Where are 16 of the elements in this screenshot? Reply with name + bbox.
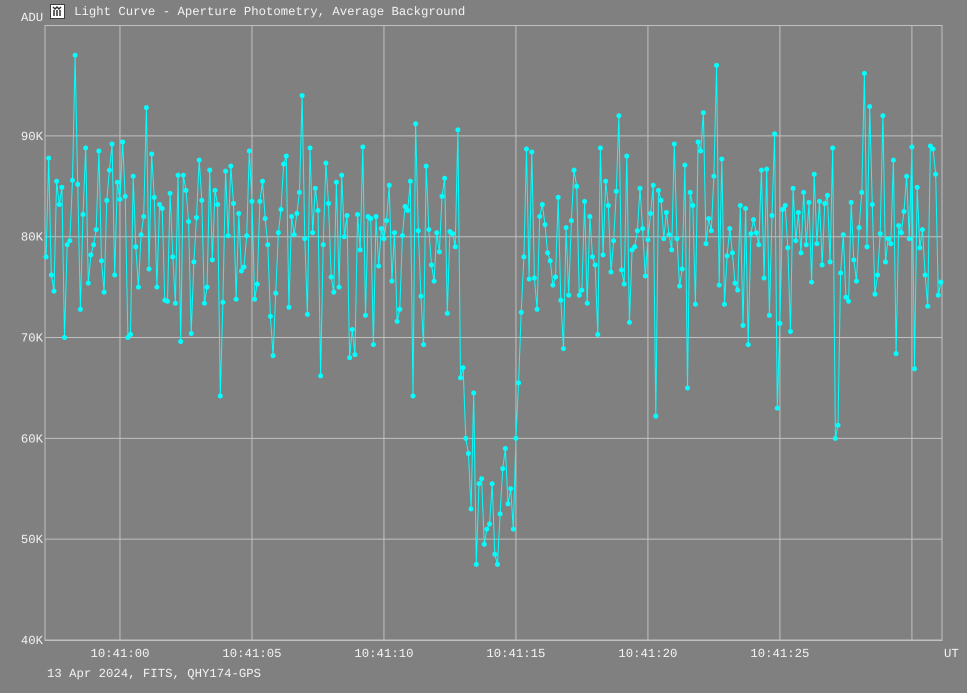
y-tick-label: 80K: [20, 230, 43, 245]
y-axis-label: ADU: [21, 11, 44, 25]
y-tick-label: 70K: [20, 332, 43, 346]
y-tick-label: 40K: [20, 634, 43, 648]
x-tick-label: 10:41:25: [750, 647, 810, 661]
footer-caption: 13 Apr 2024, FITS, QHY174-GPS: [47, 667, 262, 681]
y-tick-label: 60K: [20, 432, 43, 446]
y-tick-label: 50K: [20, 533, 43, 548]
x-axis-label: UT: [944, 647, 959, 661]
window-title: Light Curve - Aperture Photometry, Average Background: [74, 4, 466, 20]
x-tick-label: 10:41:00: [90, 647, 150, 661]
x-tick-label: 10:41:15: [486, 647, 546, 661]
x-tick-label: 10:41:10: [354, 647, 414, 661]
x-tick-label: 10:41:20: [618, 647, 678, 661]
x-tick-label: 10:41:05: [222, 647, 282, 661]
y-tick-label: 90K: [20, 130, 43, 144]
